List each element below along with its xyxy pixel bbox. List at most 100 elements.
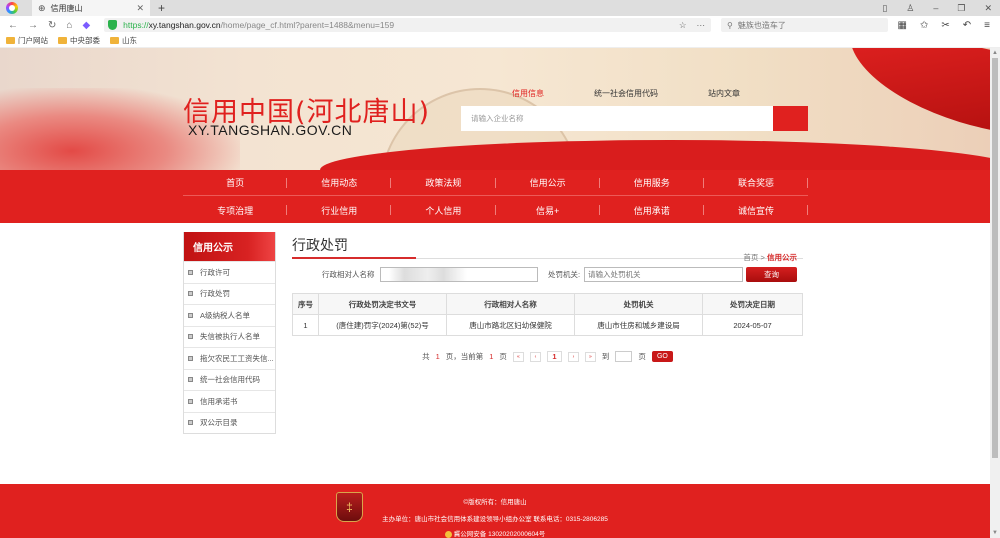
new-tab-button[interactable]: +: [158, 1, 165, 15]
back-button[interactable]: ←: [8, 20, 18, 31]
nav-credit-news[interactable]: 信用动态: [287, 170, 392, 195]
goto-page-input[interactable]: [615, 351, 633, 362]
extension-icon[interactable]: ◆: [82, 20, 90, 31]
sidebar-item-dishonest-executees[interactable]: 失信被执行人名单: [184, 325, 275, 348]
skin-icon[interactable]: ♙: [906, 3, 914, 14]
forward-button[interactable]: →: [28, 20, 38, 31]
col-decision-date: 处罚决定日期: [702, 293, 803, 315]
search-suggestion: 魅族也造车了: [737, 20, 786, 30]
nav-credit-disclosure[interactable]: 信用公示: [496, 170, 600, 195]
nav-policies[interactable]: 政策法规: [391, 170, 496, 195]
pagination: 共 1 页，当前第 1 页 « ‹ 1 › » 到 页 GO: [292, 351, 803, 362]
breadcrumb: 首页 > 信用公示: [743, 253, 797, 262]
restore-button[interactable]: ❐: [957, 3, 965, 14]
search-tab-credit-info[interactable]: 信用信息: [512, 88, 544, 111]
scroll-down-arrow-icon[interactable]: ▼: [992, 530, 998, 536]
nav-industry-credit[interactable]: 行业信用: [287, 197, 392, 223]
footer-sponsor: 主办单位：唐山市社会信用体系建设领导小组办公室 联系电话：0315-280628…: [382, 516, 608, 523]
cell-document-no[interactable]: (唐住建)罚字(2024)第(52)号: [318, 314, 447, 336]
search-icon: ⚲: [727, 20, 733, 30]
search-tab-articles[interactable]: 站内文章: [708, 88, 740, 99]
minimize-button[interactable]: –: [933, 3, 938, 13]
scissors-icon[interactable]: ✂: [941, 20, 949, 31]
breadcrumb-current[interactable]: 信用公示: [767, 253, 797, 262]
footer-police-record[interactable]: 冀公网安备 13020202000604号: [0, 528, 990, 538]
site-domain: XY.TANGSHAN.GOV.CN: [188, 122, 353, 138]
bullet-icon: [188, 291, 193, 297]
go-button[interactable]: GO: [651, 351, 673, 362]
search-tab-credit-code[interactable]: 统一社会信用代码: [594, 88, 658, 99]
page-scrollbar[interactable]: ▲ ▼: [990, 48, 1000, 538]
url-scheme: https://: [123, 20, 149, 30]
sidebar-item-credit-code[interactable]: 统一社会信用代码: [184, 368, 275, 391]
nav-credit-services[interactable]: 信用服务: [600, 170, 705, 195]
flag-decoration: [850, 48, 990, 137]
nav-joint-rewards[interactable]: 联合奖惩: [704, 170, 809, 195]
bookmark-folder[interactable]: 山东: [110, 35, 137, 46]
prev-page-button[interactable]: ‹: [529, 351, 541, 362]
sidebar-item-wage-arrears[interactable]: 拖欠农民工工资失信...: [184, 347, 275, 369]
undo-icon[interactable]: ↶: [963, 20, 971, 31]
nav-xinyi-plus[interactable]: 信易+: [496, 197, 600, 223]
bullet-icon: [188, 377, 193, 383]
nav-home[interactable]: 首页: [183, 170, 288, 195]
org-filter-input[interactable]: [584, 267, 743, 282]
nav-special-governance[interactable]: 专项治理: [183, 197, 288, 223]
footer-copyright: ©版权所有：信用唐山: [463, 499, 527, 506]
company-search-button[interactable]: [773, 106, 808, 131]
tab-list-icon[interactable]: ▯: [882, 3, 887, 14]
page-1-button[interactable]: 1: [546, 351, 562, 362]
web-page: 信用中国(河北唐山) XY.TANGSHAN.GOV.CN 信用信息 统一社会信…: [0, 48, 990, 538]
col-index: 序号: [292, 293, 319, 315]
total-pages: 1: [435, 352, 440, 361]
menu-icon[interactable]: ≡: [984, 20, 990, 31]
close-window-button[interactable]: ✕: [984, 3, 992, 14]
close-tab-icon[interactable]: ✕: [136, 3, 144, 14]
breadcrumb-home[interactable]: 首页: [743, 253, 758, 262]
tab-title: 信用唐山: [50, 3, 83, 13]
sidebar-item-admin-license[interactable]: 行政许可: [184, 261, 275, 283]
cell-party-name[interactable]: 唐山市路北区妇幼保健院: [446, 314, 575, 336]
bullet-icon: [188, 420, 193, 426]
nav-credit-commitment[interactable]: 信用承诺: [600, 197, 705, 223]
bookmark-folder[interactable]: 中央部委: [58, 35, 100, 46]
next-page-button[interactable]: ›: [567, 351, 579, 362]
sidebar-item-admin-penalty[interactable]: 行政处罚: [184, 282, 275, 305]
scroll-up-arrow-icon[interactable]: ▲: [992, 50, 998, 56]
company-search-input[interactable]: 请输入企业名称: [461, 106, 773, 131]
url-host: xy.tangshan.gov.cn: [148, 20, 221, 30]
favorites-icon[interactable]: ✩: [920, 20, 928, 31]
cell-index: 1: [292, 314, 319, 336]
table-row[interactable]: 1 (唐住建)罚字(2024)第(52)号 唐山市路北区妇幼保健院 唐山市住房和…: [292, 314, 803, 336]
bullet-icon: [188, 312, 193, 318]
sidebar-item-a-taxpayers[interactable]: A级纳税人名单: [184, 304, 275, 326]
sidebar-item-commitment-letter[interactable]: 信用承诺书: [184, 390, 275, 412]
more-icon[interactable]: ···: [697, 20, 706, 31]
nav-integrity-promotion[interactable]: 诚信宣传: [704, 197, 809, 223]
folder-icon: [6, 37, 15, 44]
apps-icon[interactable]: ▦: [898, 20, 907, 31]
reload-button[interactable]: ↻: [48, 20, 56, 31]
last-page-button[interactable]: »: [584, 351, 596, 362]
footer: ‡ ©版权所有：信用唐山 主办单位：唐山市社会信用体系建设领导小组办公室 联系电…: [0, 484, 990, 538]
name-filter-input[interactable]: [380, 267, 538, 282]
bookmark-folder[interactable]: 门户网站: [6, 35, 48, 46]
home-button[interactable]: ⌂: [66, 20, 72, 31]
org-filter-label: 处罚机关:: [548, 270, 581, 279]
sidebar-item-dual-disclosure[interactable]: 双公示目录: [184, 411, 275, 434]
bullet-icon: [188, 269, 193, 275]
main-panel: 行政处罚 首页 > 信用公示 行政相对人名称 处罚机关: 查询 序号 行政处: [292, 232, 803, 362]
browser-tab[interactable]: ⊕ 信用唐山 ✕: [32, 0, 150, 16]
address-bar[interactable]: https:// xy.tangshan.gov.cn /home/page_c…: [104, 18, 712, 32]
col-document-no: 行政处罚决定书文号: [318, 293, 447, 315]
first-page-button[interactable]: «: [512, 351, 524, 362]
browser-search-box[interactable]: ⚲ 魅族也造车了: [721, 18, 888, 32]
bullet-icon: [188, 355, 193, 361]
star-icon[interactable]: ☆: [679, 20, 687, 31]
main-nav: 首页 信用动态 政策法规 信用公示 信用服务 联合奖惩 专项治理 行业信用 个人…: [0, 170, 990, 223]
penalty-table: 序号 行政处罚决定书文号 行政相对人名称 处罚机关 处罚决定日期 1 (唐住建)…: [292, 293, 803, 336]
nav-personal-credit[interactable]: 个人信用: [391, 197, 496, 223]
scrollbar-thumb[interactable]: [992, 58, 998, 458]
col-party-name: 行政相对人名称: [446, 293, 575, 315]
globe-icon: ⊕: [38, 2, 46, 13]
